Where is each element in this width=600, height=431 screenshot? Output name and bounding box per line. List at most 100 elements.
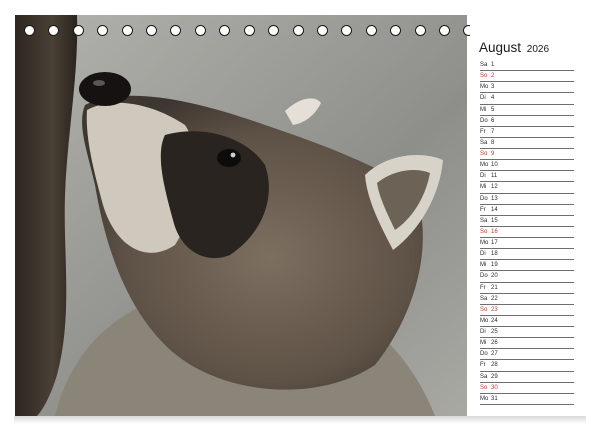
binding-ring (292, 25, 304, 36)
day-number: 16 (491, 228, 498, 235)
weekday-label: Mo (480, 162, 489, 169)
day-number: 29 (491, 373, 498, 380)
calendar-day-row: Fr 28 (480, 360, 574, 372)
binding-ring (341, 25, 353, 36)
calendar-day-row: Di 25 (480, 327, 574, 339)
day-number: 26 (491, 340, 498, 347)
weekday-label: Fr (480, 362, 486, 369)
binding-ring (48, 25, 60, 36)
day-number: 18 (491, 251, 498, 258)
calendar-day-row: Sa 22 (480, 294, 574, 305)
weekday-label: Mi (480, 340, 487, 347)
calendar-day-row: So 2 (480, 71, 574, 83)
calendar-day-row: Sa 15 (480, 216, 574, 227)
weekday-label: Fr (480, 284, 486, 291)
day-list: Sa 1 So 2 Mo 3 Di 4 Mi 5 Do 6 Fr 7 Sa 8 So 9 Mo 10 Di 11 Mi 12 D… (480, 60, 574, 405)
weekday-label: Sa (480, 217, 488, 224)
day-number: 27 (491, 351, 498, 358)
day-number: 11 (491, 173, 498, 180)
calendar-day-row: Mo 3 (480, 82, 574, 94)
binding-ring (438, 25, 450, 36)
day-number: 21 (491, 284, 498, 291)
binding-ring (170, 25, 182, 36)
month-title: August 2026 (479, 40, 549, 55)
calendar-day-row: Do 13 (480, 194, 574, 205)
calendar-day-row: Mo 24 (480, 316, 574, 327)
weekday-label: Do (480, 351, 488, 358)
calendar-day-row: So 16 (480, 227, 574, 238)
weekday-label: Sa (480, 139, 488, 146)
calendar-day-row: Do 27 (480, 349, 574, 361)
day-number: 2 (491, 73, 495, 80)
calendar-day-row: Sa 29 (480, 372, 574, 383)
calendar-panel: August 2026 Sa 1 So 2 Mo 3 Di 4 Mi 5 Do 6 Fr 7 Sa 8 So 9 M… (470, 15, 586, 416)
calendar-day-row: Mo 10 (480, 160, 574, 172)
binding-ring (365, 25, 377, 36)
day-number: 14 (491, 206, 498, 213)
calendar-day-row: Fr 7 (480, 127, 574, 138)
day-number: 31 (491, 395, 498, 402)
day-number: 22 (491, 295, 498, 302)
calendar-day-row: Di 18 (480, 249, 574, 261)
calendar-day-row: Mi 12 (480, 182, 574, 194)
weekday-label: Fr (480, 128, 486, 135)
day-number: 13 (491, 195, 498, 202)
raccoon-illustration (15, 15, 467, 416)
weekday-label: Mo (480, 317, 489, 324)
calendar-day-row: So 9 (480, 149, 574, 161)
weekday-label: Mo (480, 84, 489, 91)
calendar-day-row: So 30 (480, 383, 574, 394)
calendar-day-row: Mi 19 (480, 260, 574, 272)
binding-ring (146, 25, 158, 36)
weekday-label: Do (480, 195, 488, 202)
weekday-label: Sa (480, 62, 488, 68)
weekday-label: So (480, 73, 488, 80)
calendar-day-row: Do 6 (480, 116, 574, 127)
calendar-day-row: Mi 5 (480, 105, 574, 116)
weekday-label: Sa (480, 295, 488, 302)
calendar-day-row: So 23 (480, 305, 574, 316)
calendar-day-row: Sa 8 (480, 138, 574, 149)
day-number: 19 (491, 262, 498, 269)
day-number: 28 (491, 362, 498, 369)
day-number: 24 (491, 317, 498, 324)
day-number: 6 (491, 117, 495, 124)
binding-ring (219, 25, 231, 36)
calendar-day-row: Fr 21 (480, 283, 574, 294)
binding-ring (97, 25, 109, 36)
day-number: 3 (491, 84, 495, 91)
day-number: 12 (491, 184, 498, 191)
binding-ring (414, 25, 426, 36)
day-number: 23 (491, 306, 498, 313)
month-year: 2026 (526, 44, 550, 55)
calendar-day-row: Fr 14 (480, 205, 574, 216)
weekday-label: Mi (480, 106, 487, 113)
calendar-day-row: Di 4 (480, 93, 574, 105)
day-number: 30 (491, 384, 498, 391)
weekday-label: Fr (480, 206, 486, 213)
binding-ring (243, 25, 255, 36)
weekday-label: Mi (480, 262, 487, 269)
weekday-label: Di (480, 329, 486, 335)
weekday-label: Di (480, 251, 486, 258)
weekday-label: Do (480, 117, 488, 124)
weekday-label: Mi (480, 184, 487, 191)
calendar-day-row: Di 11 (480, 171, 574, 183)
weekday-label: Sa (480, 373, 488, 380)
day-number: 7 (491, 128, 495, 135)
day-number: 20 (491, 273, 498, 280)
day-number: 5 (491, 106, 495, 113)
weekday-label: Mo (480, 240, 489, 246)
day-number: 17 (491, 240, 498, 246)
calendar-day-row: Sa 1 (480, 60, 574, 72)
binding-ring (24, 25, 35, 36)
day-number: 9 (491, 151, 495, 157)
day-number: 1 (491, 62, 495, 68)
calendar-page: August 2026 Sa 1 So 2 Mo 3 Di 4 Mi 5 Do 6 Fr 7 Sa 8 So 9 M… (0, 0, 600, 431)
calendar-day-row: Mo 31 (480, 394, 574, 405)
calendar-day-row: Mo 17 (480, 238, 574, 250)
weekday-label: So (480, 306, 488, 313)
binding-ring (121, 25, 133, 36)
raccoon-photo (15, 15, 467, 416)
day-number: 15 (491, 217, 498, 224)
